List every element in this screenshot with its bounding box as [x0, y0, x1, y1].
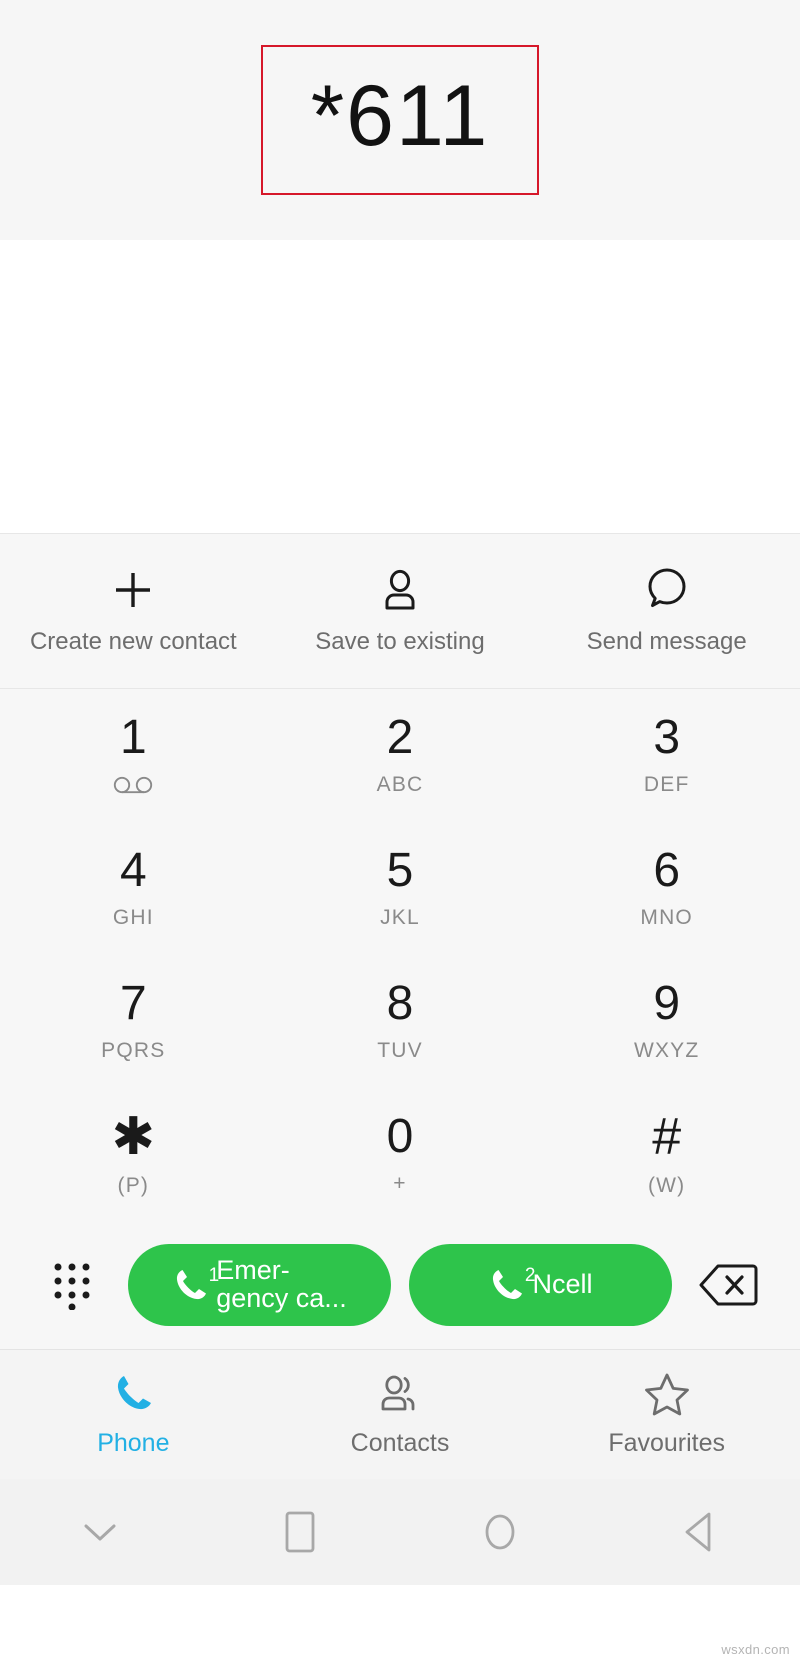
key-9-letters: WXYZ: [633, 1039, 700, 1062]
chevron-down-icon[interactable]: [0, 1517, 200, 1547]
key-0-sub: +: [393, 1172, 407, 1195]
triangle-back-icon[interactable]: [600, 1508, 800, 1556]
key-4-digit: 4: [119, 844, 147, 897]
key-hash-symbol: #: [652, 1108, 682, 1166]
tab-contacts[interactable]: Contacts: [267, 1372, 534, 1458]
key-8-digit: 8: [386, 977, 414, 1030]
key-2-letters: ABC: [376, 773, 424, 796]
tab-phone[interactable]: Phone: [0, 1372, 267, 1458]
quick-actions-bar: Create new contact Save to existing Send…: [0, 533, 800, 689]
save-to-existing-button[interactable]: Save to existing: [267, 566, 534, 656]
key-4-letters: GHI: [112, 906, 154, 929]
keypad-row-1: 1 2 ABC 3 DEF: [0, 689, 800, 822]
dialed-number-area: *611: [0, 0, 800, 240]
key-7[interactable]: 7 PQRS: [0, 955, 267, 1088]
dialer-screen: *611 Create new contact Save to existing: [0, 0, 800, 1665]
key-2-digit: 2: [386, 711, 414, 764]
key-1-digit: 1: [119, 711, 147, 764]
dialpad-icon[interactable]: [34, 1260, 110, 1310]
key-3[interactable]: 3 DEF: [533, 689, 800, 822]
tab-favourites[interactable]: Favourites: [533, 1372, 800, 1458]
key-9[interactable]: 9 WXYZ: [533, 955, 800, 1088]
call-button-sim1[interactable]: 1 Emer- gency ca...: [128, 1244, 391, 1326]
key-5[interactable]: 5 JKL: [267, 822, 534, 955]
key-7-digit: 7: [119, 977, 147, 1030]
tab-favourites-label: Favourites: [608, 1428, 726, 1457]
create-new-contact-button[interactable]: Create new contact: [0, 566, 267, 656]
key-3-letters: DEF: [643, 773, 690, 796]
key-star-sub: (P): [117, 1174, 150, 1197]
key-star[interactable]: ✱ (P): [0, 1088, 267, 1221]
speech-bubble-icon: [644, 566, 690, 612]
key-4[interactable]: 4 GHI: [0, 822, 267, 955]
call-action-bar: 1 Emer- gency ca... 2 Ncell: [0, 1221, 800, 1349]
sim2-badge: 2: [524, 1265, 536, 1286]
android-navigation-bar: [0, 1479, 800, 1585]
voicemail-icon: [113, 773, 153, 797]
dialed-number-highlight-box: *611: [260, 45, 540, 195]
sim1-badge: 1: [208, 1265, 220, 1286]
key-1[interactable]: 1: [0, 689, 267, 822]
key-star-symbol: ✱: [111, 1108, 156, 1166]
key-6-digit: 6: [653, 844, 681, 897]
phone-call-icon: 2: [488, 1265, 535, 1304]
watermark: wsxdn.com: [721, 1642, 790, 1657]
key-6[interactable]: 6 MNO: [533, 822, 800, 955]
tab-phone-label: Phone: [97, 1428, 170, 1457]
call-button-sim2[interactable]: 2 Ncell: [409, 1244, 672, 1326]
keypad-row-4: ✱ (P) 0 + # (W): [0, 1088, 800, 1221]
create-new-contact-label: Create new contact: [29, 628, 237, 655]
keypad-row-2: 4 GHI 5 JKL 6 MNO: [0, 822, 800, 955]
plus-icon: [111, 566, 155, 612]
key-8-letters: TUV: [377, 1039, 423, 1062]
send-message-label: Send message: [586, 628, 747, 655]
key-hash[interactable]: # (W): [533, 1088, 800, 1221]
person-icon: [378, 566, 422, 612]
key-0-digit: 0: [386, 1110, 414, 1163]
circle-home-icon[interactable]: [400, 1508, 600, 1556]
call-button-sim1-label: Emer- gency ca...: [216, 1255, 347, 1313]
key-8[interactable]: 8 TUV: [267, 955, 534, 1088]
contacts-icon: [377, 1372, 423, 1416]
dialed-number-text[interactable]: *611: [311, 73, 490, 159]
key-0[interactable]: 0 +: [267, 1088, 534, 1221]
phone-icon: [112, 1372, 154, 1416]
square-recents-icon[interactable]: [200, 1509, 400, 1555]
key-2[interactable]: 2 ABC: [267, 689, 534, 822]
send-message-button[interactable]: Send message: [533, 566, 800, 656]
key-6-letters: MNO: [640, 906, 693, 929]
dial-keypad: 1 2 ABC 3 DEF 4 GHI 5 JKL 6 MNO 7 PQRS 8…: [0, 689, 800, 1221]
tab-contacts-label: Contacts: [350, 1428, 450, 1457]
key-7-letters: PQRS: [101, 1039, 166, 1062]
keypad-row-3: 7 PQRS 8 TUV 9 WXYZ: [0, 955, 800, 1088]
bottom-tab-bar: Phone Contacts Favourites: [0, 1349, 800, 1479]
key-3-digit: 3: [653, 711, 681, 764]
key-5-digit: 5: [386, 844, 414, 897]
backspace-icon[interactable]: [690, 1262, 766, 1308]
save-to-existing-label: Save to existing: [315, 628, 485, 655]
key-hash-sub: (W): [647, 1174, 686, 1197]
star-icon: [644, 1372, 690, 1416]
key-9-digit: 9: [653, 977, 681, 1030]
key-5-letters: JKL: [380, 906, 420, 929]
call-log-empty-region: [0, 240, 800, 533]
phone-call-icon: 1: [172, 1265, 219, 1304]
call-button-sim2-label: Ncell: [532, 1269, 593, 1300]
